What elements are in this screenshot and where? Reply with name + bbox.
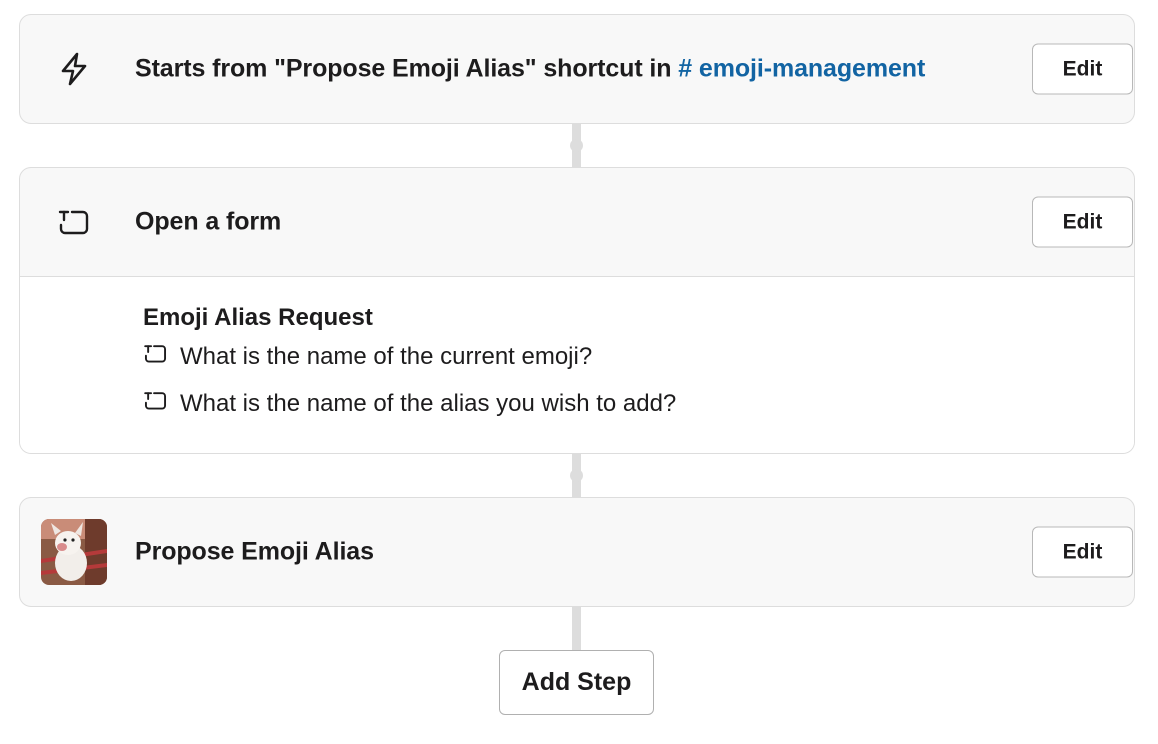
app-step-card: Propose Emoji Alias Edit	[19, 497, 1135, 607]
app-step-edit-button[interactable]: Edit	[1032, 526, 1133, 578]
text-field-icon	[143, 343, 168, 371]
add-step-button[interactable]: Add Step	[499, 650, 654, 715]
step-connector	[572, 607, 581, 650]
trigger-title-text: Starts from "Propose Emoji Alias" shortc…	[135, 54, 679, 83]
trigger-edit-button[interactable]: Edit	[1032, 43, 1133, 95]
form-step-card: Open a form Edit Emoji Alias Request Wha…	[19, 167, 1135, 454]
app-avatar	[41, 519, 107, 585]
channel-link[interactable]: # emoji-management	[678, 55, 925, 83]
connector-dot	[570, 469, 583, 482]
form-question: What is the name of the alias you wish t…	[143, 390, 676, 418]
trigger-card: Starts from "Propose Emoji Alias" shortc…	[19, 14, 1135, 124]
form-step-details: Emoji Alias Request What is the name of …	[20, 276, 1134, 453]
form-question-text: What is the name of the alias you wish t…	[180, 390, 677, 417]
form-step-header: Open a form Edit	[20, 168, 1134, 276]
trigger-card-header: Starts from "Propose Emoji Alias" shortc…	[20, 15, 1134, 123]
form-question-text: What is the name of the current emoji?	[180, 343, 593, 370]
form-question: What is the name of the current emoji?	[143, 343, 592, 371]
connector-dot	[570, 139, 583, 152]
app-step-header: Propose Emoji Alias Edit	[20, 498, 1134, 606]
trigger-title: Starts from "Propose Emoji Alias" shortc…	[135, 55, 925, 84]
form-icon	[56, 204, 92, 240]
lightning-bolt-icon	[56, 51, 92, 87]
workflow-canvas: Starts from "Propose Emoji Alias" shortc…	[0, 0, 1158, 744]
form-step-title: Open a form	[135, 207, 282, 236]
app-step-title: Propose Emoji Alias	[135, 537, 374, 566]
form-step-edit-button[interactable]: Edit	[1032, 196, 1133, 248]
text-field-icon	[143, 390, 168, 418]
form-name: Emoji Alias Request	[143, 304, 373, 331]
